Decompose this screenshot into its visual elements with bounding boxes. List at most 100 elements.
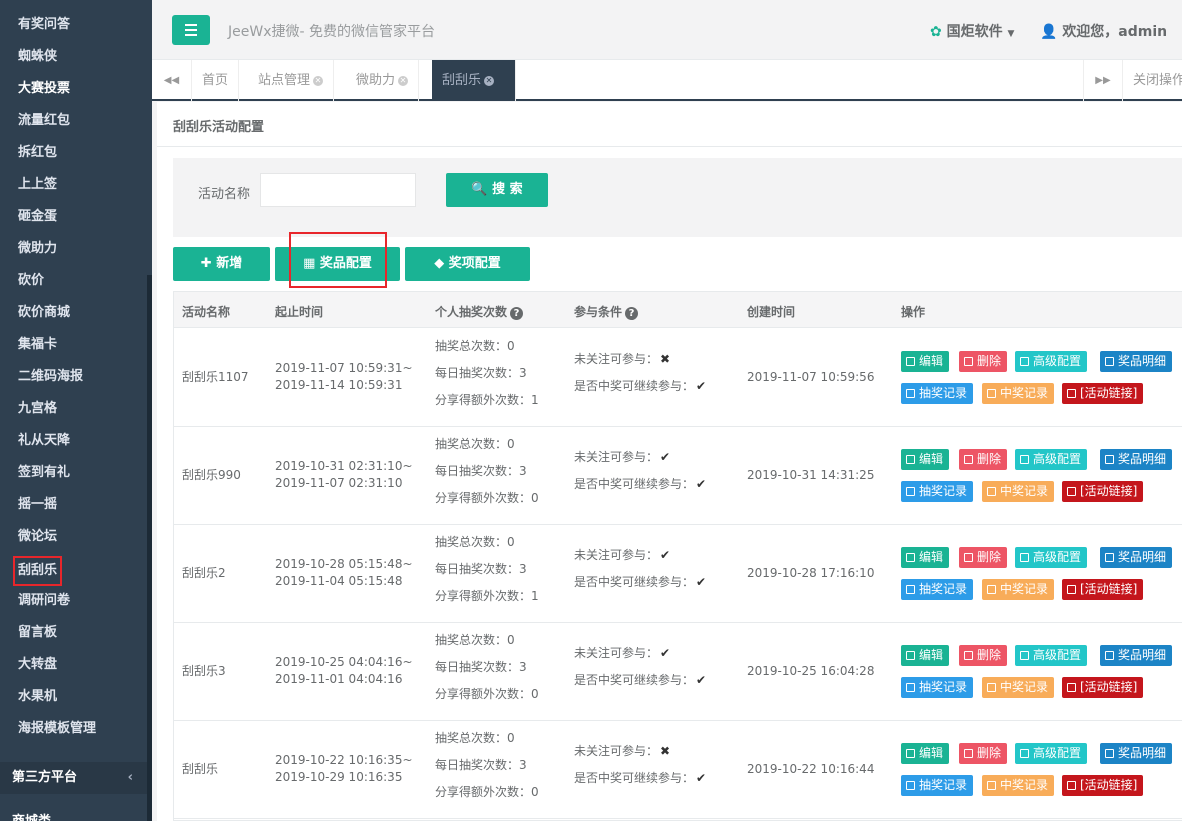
tabs-scroll-left-button[interactable]: ◀◀: [152, 60, 192, 101]
sidebar-item[interactable]: 大转盘: [18, 655, 57, 675]
sidebar-item[interactable]: 集福卡: [18, 335, 57, 355]
advanced-config-button[interactable]: 高级配置: [1015, 547, 1088, 568]
sidebar-item[interactable]: 签到有礼: [18, 463, 70, 483]
win-record-button[interactable]: 中奖记录: [982, 383, 1055, 404]
company-menu[interactable]: ✿ 国炬软件 ▼: [930, 21, 1014, 41]
prize-detail-button[interactable]: 奖品明细: [1100, 449, 1173, 470]
follow-condition: 未关注可参与： ✖: [574, 738, 706, 765]
activity-link-button[interactable]: [活动链接]: [1062, 383, 1144, 404]
sidebar-item[interactable]: 摇一摇: [18, 495, 57, 515]
sidebar-item[interactable]: 蜘蛛侠: [18, 47, 57, 67]
prize-detail-button[interactable]: 奖品明细: [1100, 547, 1173, 568]
advanced-config-button[interactable]: 高级配置: [1015, 645, 1088, 666]
prize-detail-button[interactable]: 奖品明细: [1100, 743, 1173, 764]
close-icon[interactable]: ✕: [484, 76, 495, 86]
draw-counts: 抽奖总次数：0 每日抽奖次数：3 分享得额外次数：0: [435, 725, 539, 806]
eye-icon: [1020, 357, 1029, 366]
user-menu[interactable]: 👤 欢迎您，admin: [1040, 21, 1167, 41]
edit-button[interactable]: 编辑: [901, 645, 950, 666]
draw-record-button[interactable]: 抽奖记录: [901, 383, 974, 404]
sidebar-item[interactable]: 上上签: [18, 175, 57, 195]
close-operations-menu[interactable]: 关闭操作: [1123, 60, 1182, 101]
continue-label: 是否中奖可继续参与：: [574, 771, 695, 785]
sidebar-item[interactable]: 砍价: [18, 271, 44, 291]
sidebar: 有奖问答蜘蛛侠大赛投票流量红包拆红包上上签砸金蛋微助力砍价砍价商城集福卡二维码海…: [0, 0, 152, 821]
sidebar-group-third-party[interactable]: 第三方平台 ‹: [0, 762, 147, 794]
op-label: 中奖记录: [1000, 680, 1049, 694]
delete-button[interactable]: 删除: [959, 351, 1008, 372]
activity-link-button[interactable]: [活动链接]: [1062, 481, 1144, 502]
edit-button[interactable]: 编辑: [901, 743, 950, 764]
op-label: 奖品明细: [1118, 550, 1167, 564]
delete-button[interactable]: 删除: [959, 547, 1008, 568]
sidebar-item[interactable]: 水果机: [18, 687, 57, 707]
search-button[interactable]: 🔍 搜 索: [446, 173, 548, 207]
sidebar-item[interactable]: 留言板: [18, 623, 57, 643]
win-record-button[interactable]: 中奖记录: [982, 677, 1055, 698]
sidebar-item[interactable]: 砍价商城: [18, 303, 70, 323]
award-config-button[interactable]: ◆ 奖项配置: [405, 247, 530, 281]
edit-button[interactable]: 编辑: [901, 449, 950, 470]
activity-link-button[interactable]: [活动链接]: [1062, 579, 1144, 600]
sidebar-item[interactable]: 微论坛: [18, 527, 57, 547]
tab-site-management[interactable]: 站点管理 ✕: [248, 60, 335, 101]
conditions: 未关注可参与： ✔ 是否中奖可继续参与： ✔: [574, 542, 706, 596]
sidebar-item[interactable]: 刮刮乐: [12, 556, 63, 586]
advanced-config-button[interactable]: 高级配置: [1015, 351, 1088, 372]
tab-home[interactable]: 首页: [192, 60, 240, 101]
op-label: 删除: [977, 550, 1002, 564]
mark-icon: ✖: [660, 744, 671, 758]
win-record-button[interactable]: 中奖记录: [982, 481, 1055, 502]
tab-wei-zhuli[interactable]: 微助力 ✕: [346, 60, 420, 101]
sidebar-item[interactable]: 九宫格: [18, 399, 57, 419]
sidebar-scrollbar[interactable]: [147, 275, 152, 821]
win-record-button[interactable]: 中奖记录: [982, 775, 1055, 796]
activity-link-button[interactable]: [活动链接]: [1062, 677, 1144, 698]
delete-button[interactable]: 删除: [959, 449, 1008, 470]
prize-detail-button[interactable]: 奖品明细: [1100, 351, 1173, 372]
tab-scratch-card[interactable]: 刮刮乐 ✕: [432, 60, 516, 101]
caret-down-icon: ▼: [1007, 29, 1015, 39]
prize-detail-button[interactable]: 奖品明细: [1100, 645, 1173, 666]
sidebar-item[interactable]: 砸金蛋: [18, 207, 57, 227]
sidebar-item[interactable]: 拆红包: [18, 143, 57, 163]
sidebar-item[interactable]: 二维码海报: [18, 367, 83, 387]
close-icon[interactable]: ✕: [398, 76, 409, 86]
daily-draws: 每日抽奖次数：3: [435, 366, 527, 380]
add-button[interactable]: ✚ 新增: [173, 247, 270, 281]
advanced-config-button[interactable]: 高级配置: [1015, 449, 1088, 470]
check-icon: ✔: [696, 575, 707, 589]
close-icon[interactable]: ✕: [313, 76, 324, 86]
draw-record-button[interactable]: 抽奖记录: [901, 775, 974, 796]
start-time: 2019-10-31 02:31:10~: [275, 459, 413, 473]
draw-record-button[interactable]: 抽奖记录: [901, 579, 974, 600]
tabs-scroll-right-button[interactable]: ▶▶: [1083, 60, 1123, 101]
activity-name-input[interactable]: [260, 173, 416, 207]
sidebar-item[interactable]: 有奖问答: [18, 15, 70, 35]
sidebar-group-mall[interactable]: 商城类: [0, 810, 147, 821]
share-extra: 分享得额外次数：1: [435, 589, 539, 603]
help-icon[interactable]: ?: [510, 307, 524, 320]
sidebar-item[interactable]: 礼从天降: [18, 431, 70, 451]
col-created: 创建时间: [747, 305, 796, 319]
help-icon[interactable]: ?: [625, 307, 639, 320]
sidebar-item[interactable]: 海报模板管理: [18, 719, 96, 739]
sidebar-item[interactable]: 微助力: [18, 239, 57, 259]
table-row: 刮刮乐1107 2019-11-07 10:59:31~ 2019-11-14 10…: [174, 329, 1182, 427]
draw-record-button[interactable]: 抽奖记录: [901, 677, 974, 698]
win-record-button[interactable]: 中奖记录: [982, 579, 1055, 600]
delete-button[interactable]: 删除: [959, 743, 1008, 764]
edit-button[interactable]: 编辑: [901, 351, 950, 372]
advanced-config-button[interactable]: 高级配置: [1015, 743, 1088, 764]
link-icon: [1067, 781, 1076, 790]
delete-button[interactable]: 删除: [959, 645, 1008, 666]
activity-link-button[interactable]: [活动链接]: [1062, 775, 1144, 796]
edit-button[interactable]: 编辑: [901, 547, 950, 568]
content-panel: 刮刮乐活动配置 活动名称 🔍 搜 索 ✚ 新增 ▦ 奖品配置 ◆ 奖项配置 活动…: [157, 102, 1182, 821]
sidebar-item[interactable]: 大赛投票: [18, 79, 70, 99]
sidebar-item[interactable]: 调研问卷: [18, 591, 70, 611]
draw-record-button[interactable]: 抽奖记录: [901, 481, 974, 502]
sidebar-item[interactable]: 流量红包: [18, 111, 70, 131]
tab-site-label: 站点管理: [258, 73, 311, 88]
menu-toggle-button[interactable]: [172, 15, 210, 45]
